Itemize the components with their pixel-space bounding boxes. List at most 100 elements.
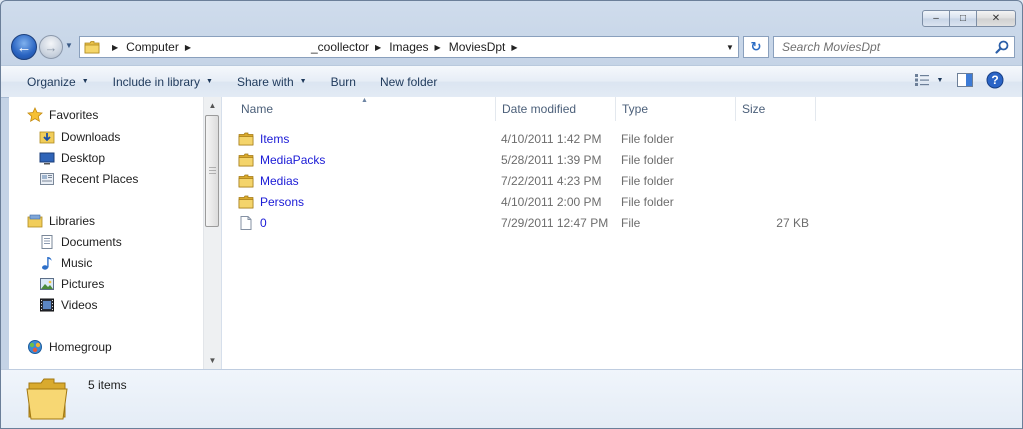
scroll-thumb[interactable]: — — —	[205, 115, 219, 227]
file-date: 7/29/2011 12:47 PM	[501, 215, 609, 230]
chevron-down-icon: ▼	[206, 78, 213, 85]
nav-item-music[interactable]: Music	[39, 253, 92, 273]
breadcrumb-label: MoviesDpt	[448, 40, 506, 54]
file-row[interactable]: Persons 4/10/2011 2:00 PM File folder	[238, 191, 898, 212]
refresh-icon: ↻	[750, 39, 762, 54]
file-name-cell[interactable]: Medias	[238, 170, 488, 191]
file-name-cell[interactable]: MediaPacks	[238, 149, 488, 170]
address-history-dropdown[interactable]: ▼	[722, 43, 738, 52]
breadcrumb-label: _coollector	[311, 40, 370, 54]
nav-scrollbar[interactable]: ▲ — — — ▼	[203, 97, 221, 369]
search-input[interactable]	[780, 39, 994, 55]
file-type: File folder	[621, 173, 674, 188]
view-list-icon	[914, 74, 929, 86]
column-header-type[interactable]: Type	[616, 97, 736, 121]
scroll-up-button[interactable]: ▲	[204, 97, 221, 114]
file-list-pane: ▲ Name Date modified Type Size Items 4/10…	[222, 97, 1022, 369]
file-name: Items	[260, 131, 290, 146]
maximize-button[interactable]: □	[949, 10, 977, 27]
include-in-library-label: Include in library	[112, 74, 201, 89]
forward-button[interactable]: →	[39, 35, 63, 59]
breadcrumb-root-separator[interactable]: ▶	[106, 37, 126, 57]
scroll-down-button[interactable]: ▼	[204, 352, 221, 369]
nav-item-documents[interactable]: Documents	[39, 232, 122, 252]
column-header-date-modified[interactable]: Date modified	[496, 97, 616, 121]
folder-icon	[84, 41, 100, 54]
nav-item-favorites[interactable]: Favorites	[27, 105, 98, 125]
file-name-cell[interactable]: Items	[238, 128, 488, 149]
breadcrumb-coollector[interactable]: _coollector ▶	[311, 37, 389, 57]
column-label: Type	[622, 102, 649, 116]
nav-item-pictures[interactable]: Pictures	[39, 274, 104, 294]
back-arrow-icon: ←	[16, 38, 32, 56]
burn-button[interactable]: Burn	[319, 70, 368, 94]
nav-item-libraries[interactable]: Libraries	[27, 211, 95, 231]
chevron-down-icon[interactable]: ▼	[937, 77, 944, 84]
breadcrumb-images[interactable]: Images ▶	[389, 37, 449, 57]
column-label: Size	[742, 102, 766, 116]
details-pane: 5 items	[1, 369, 1022, 428]
folder-large-icon	[26, 378, 68, 420]
chevron-right-icon[interactable]: ▶	[185, 43, 191, 52]
caption-buttons: – □ ✕	[922, 10, 1016, 27]
file-row[interactable]: Medias 7/22/2011 4:23 PM File folder	[238, 170, 898, 191]
close-button[interactable]: ✕	[976, 10, 1016, 27]
preview-pane-button[interactable]	[954, 69, 976, 91]
nav-item-recent-places[interactable]: Recent Places	[39, 169, 138, 189]
back-button[interactable]: ←	[11, 34, 37, 60]
file-row[interactable]: MediaPacks 5/28/2011 1:39 PM File folder	[238, 149, 898, 170]
breadcrumb-moviesdpt[interactable]: MoviesDpt ▶	[449, 37, 526, 57]
chevron-right-icon[interactable]: ▶	[375, 43, 381, 52]
column-header-name[interactable]: Name	[235, 97, 496, 121]
column-header-size[interactable]: Size	[736, 97, 816, 121]
maximize-icon: □	[959, 13, 967, 24]
address-bar[interactable]: ▶ Computer ▶ _coollector ▶ Images ▶ MoviesD…	[79, 36, 739, 58]
new-folder-button[interactable]: New folder	[368, 70, 449, 94]
pictures-icon	[40, 278, 54, 290]
nav-label: Downloads	[61, 130, 121, 144]
file-name-cell[interactable]: Persons	[238, 191, 488, 212]
minimize-button[interactable]: –	[922, 10, 950, 27]
file-date-cell: 4/10/2011 1:42 PM	[501, 128, 619, 149]
include-in-library-button[interactable]: Include in library ▼	[101, 70, 225, 94]
libraries-icon	[27, 214, 43, 228]
folder-icon	[238, 132, 254, 145]
chevron-right-icon[interactable]: ▶	[511, 43, 517, 52]
navigation-bar: ← → ▼ ▶ Computer ▶ _coollector ▶ Images ▶ M…	[9, 34, 1015, 60]
nav-label: Music	[61, 256, 93, 270]
nav-label: Homegroup	[49, 340, 112, 354]
recent-pages-button[interactable]: ▼	[65, 41, 73, 50]
refresh-button[interactable]: ↻	[743, 36, 769, 58]
file-date-cell: 7/29/2011 12:47 PM	[501, 212, 619, 233]
change-view-button[interactable]: ▼	[912, 69, 946, 91]
breadcrumb-computer[interactable]: Computer ▶	[126, 37, 199, 57]
chevron-right-icon[interactable]: ▶	[435, 43, 441, 52]
item-count-text: 5 items	[88, 378, 127, 392]
file-date: 7/22/2011 4:23 PM	[501, 173, 602, 188]
file-name-cell[interactable]: 0	[238, 212, 488, 233]
search-box[interactable]	[773, 36, 1015, 58]
organize-button[interactable]: Organize ▼	[15, 70, 101, 94]
help-button[interactable]: ?	[984, 69, 1006, 91]
svg-text:?: ?	[991, 73, 998, 87]
help-icon: ?	[986, 71, 1004, 89]
nav-item-homegroup[interactable]: Homegroup	[27, 337, 112, 357]
nav-item-downloads[interactable]: Downloads	[39, 127, 120, 147]
explorer-window: – □ ✕ ← → ▼ ▶ Computer ▶ _coollector ▶ Ima…	[0, 0, 1023, 429]
nav-item-desktop[interactable]: Desktop	[39, 148, 105, 168]
breadcrumb-label: Images	[389, 40, 429, 54]
homegroup-icon	[28, 340, 42, 354]
navigation-pane: Favorites Downloads Desktop Recent Place…	[9, 97, 222, 369]
folder-icon	[238, 195, 254, 208]
recent-places-icon	[40, 173, 54, 185]
nav-item-videos[interactable]: Videos	[39, 295, 97, 315]
file-type: File folder	[621, 194, 674, 209]
nav-label: Videos	[61, 298, 98, 312]
file-type: File	[621, 215, 641, 230]
file-row[interactable]: 0 7/29/2011 12:47 PM File 27 KB	[238, 212, 898, 233]
search-icon[interactable]	[994, 39, 1010, 55]
share-with-button[interactable]: Share with ▼	[225, 70, 319, 94]
file-type-cell: File	[621, 212, 731, 233]
file-row[interactable]: Items 4/10/2011 1:42 PM File folder	[238, 128, 898, 149]
file-type-cell: File folder	[621, 170, 731, 191]
